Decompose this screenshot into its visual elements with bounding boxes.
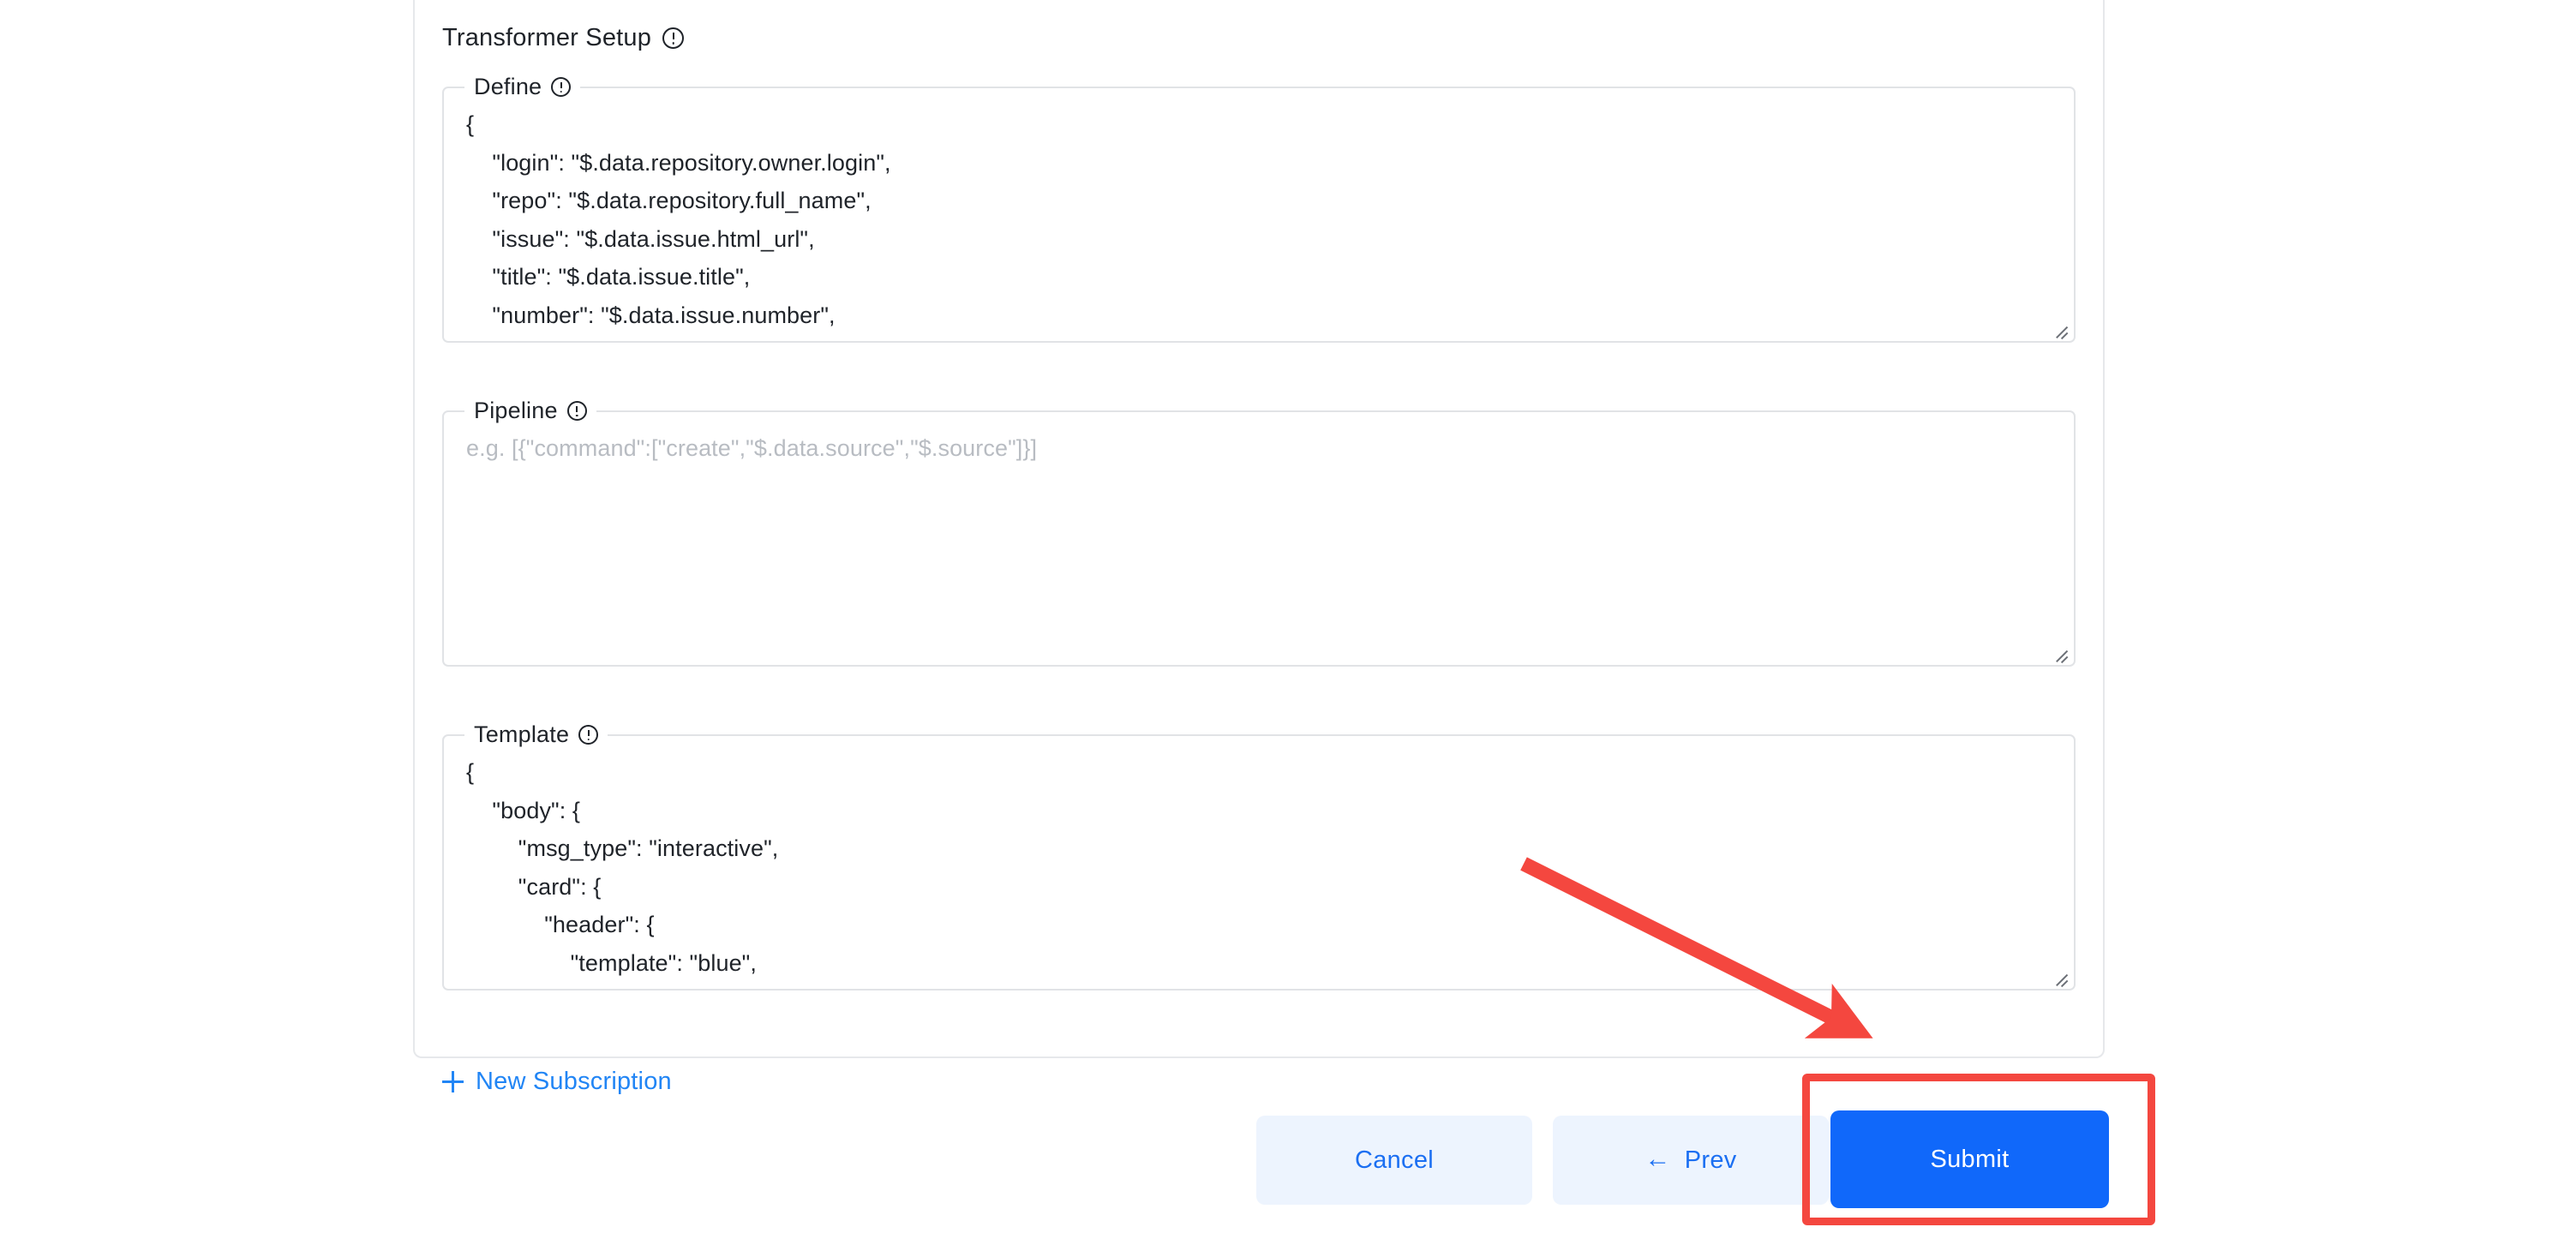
cancel-button[interactable]: Cancel [1256, 1116, 1532, 1205]
pipeline-resize-handle[interactable] [2052, 644, 2070, 661]
pipeline-legend: Pipeline [464, 399, 596, 422]
exclamation-circle-icon[interactable] [566, 401, 587, 421]
exclamation-circle-icon[interactable] [551, 77, 572, 97]
define-textarea[interactable]: { "login": "$.data.repository.owner.logi… [444, 99, 2074, 330]
pipeline-label: Pipeline [474, 398, 558, 423]
define-field-group: Define { "login": "$.data.repository.own… [442, 75, 2076, 343]
template-textarea[interactable]: { "body": { "msg_type": "interactive", "… [444, 746, 2074, 976]
define-label: Define [474, 74, 542, 99]
exclamation-circle-icon[interactable] [662, 27, 685, 49]
page-title: Transformer Setup [442, 24, 652, 51]
pipeline-field-group: Pipeline e.g. [{"command":["create","$.d… [442, 399, 2076, 667]
new-subscription-label: New Subscription [476, 1068, 672, 1095]
exclamation-circle-icon[interactable] [578, 725, 599, 745]
submit-button-label: Submit [1930, 1145, 2010, 1173]
template-field-group: Template { "body": { "msg_type": "intera… [442, 723, 2076, 991]
section-header: Transformer Setup [442, 24, 685, 51]
prev-button[interactable]: ← Prev [1553, 1116, 1829, 1205]
arrow-left-icon: ← [1644, 1145, 1671, 1173]
template-resize-handle[interactable] [2052, 968, 2070, 985]
define-resize-handle[interactable] [2052, 320, 2070, 338]
prev-button-label: Prev [1684, 1146, 1737, 1174]
plus-icon [442, 1071, 464, 1092]
template-legend: Template [464, 723, 608, 746]
template-label: Template [474, 721, 570, 747]
submit-button[interactable]: Submit [1830, 1110, 2109, 1208]
cancel-button-label: Cancel [1354, 1146, 1435, 1174]
pipeline-textarea[interactable]: e.g. [{"command":["create","$.data.sourc… [444, 422, 2074, 654]
new-subscription-button[interactable]: New Subscription [442, 1069, 672, 1094]
define-legend: Define [464, 75, 580, 99]
